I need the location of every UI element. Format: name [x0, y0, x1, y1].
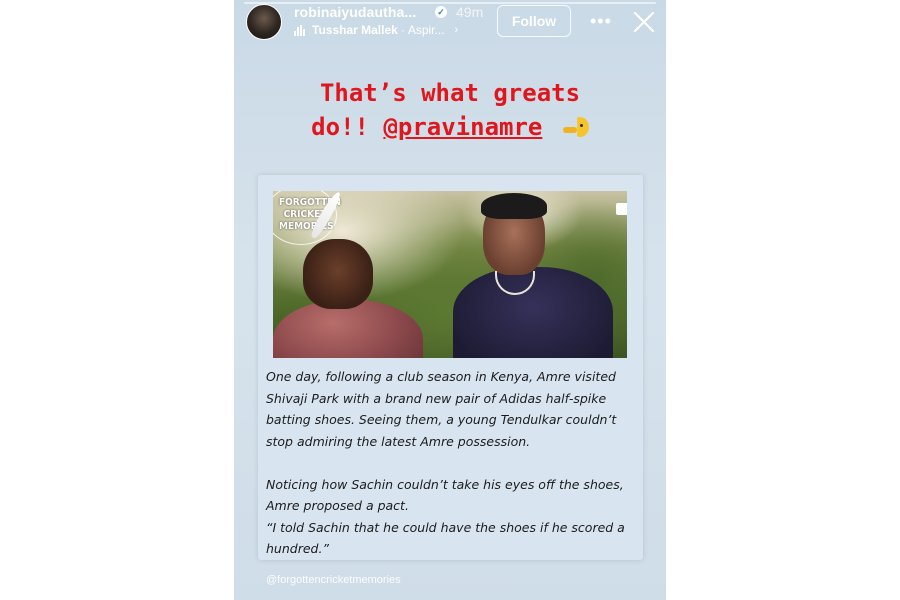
face-peeking-emoji — [562, 115, 589, 139]
follow-button[interactable]: Follow — [497, 5, 571, 37]
story-caption: That’s what greats do!! @pravinamre — [234, 76, 666, 144]
post-paragraph: One day, following a club season in Keny… — [266, 369, 617, 449]
shared-post-card[interactable]: FORGOTTEN CRICKET MEMORIES One day, foll… — [258, 175, 643, 560]
avatar[interactable] — [246, 4, 282, 40]
more-horizontal-icon[interactable]: ••• — [590, 12, 612, 30]
story-header: robinaiyudautha... ✓ 49m Tusshar Mallek … — [234, 0, 666, 42]
caption-line-2: do!! @pravinamre — [311, 110, 589, 144]
verified-check-icon: ✓ — [435, 6, 447, 18]
post-paragraph: Noticing how Sachin couldn’t take his ey… — [266, 476, 624, 514]
post-time: 49m — [456, 4, 484, 20]
caption-text: do!! — [311, 113, 384, 141]
story-viewer[interactable]: robinaiyudautha... ✓ 49m Tusshar Mallek … — [234, 0, 666, 600]
audio-waveform-icon — [294, 24, 306, 36]
close-x-icon[interactable] — [632, 10, 656, 34]
credit-handle[interactable]: @forgottencricketmemories — [266, 574, 401, 586]
photo-corner-icon — [616, 203, 627, 215]
music-separator: · — [400, 23, 405, 37]
post-paragraph: “I told Sachin that he could have the sh… — [266, 519, 625, 557]
post-photo: FORGOTTEN CRICKET MEMORIES — [273, 191, 627, 358]
post-body-text: One day, following a club season in Keny… — [266, 366, 638, 560]
mention-link[interactable]: @pravinamre — [383, 113, 542, 141]
caption-line-1: That’s what greats — [319, 79, 581, 107]
chevron-right-icon: › — [454, 24, 459, 36]
music-song: Aspir... — [407, 23, 445, 37]
photo-watermark-logo: FORGOTTEN CRICKET MEMORIES — [273, 191, 353, 251]
music-artist: Tusshar Mallek — [312, 23, 398, 37]
music-attribution[interactable]: Tusshar Mallek · Aspir... › — [294, 23, 458, 37]
username[interactable]: robinaiyudautha... — [294, 4, 416, 20]
